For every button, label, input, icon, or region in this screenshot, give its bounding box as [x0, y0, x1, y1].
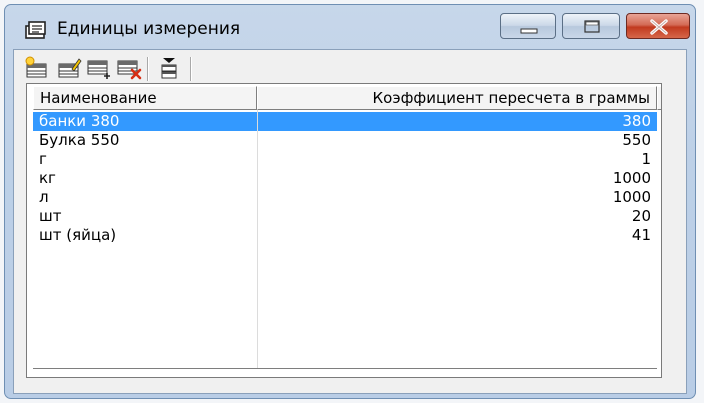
cell-coefficient: 1000	[612, 169, 651, 187]
minimize-icon	[520, 28, 538, 34]
cell-name: л	[39, 188, 49, 206]
table-row[interactable]: кг 1000	[33, 169, 657, 188]
table-row[interactable]: г 1	[33, 150, 657, 169]
column-header-filler	[657, 86, 661, 110]
table-row[interactable]: шт (яйца) 41	[33, 226, 657, 245]
close-button[interactable]	[626, 13, 690, 39]
title-bar[interactable]: Единицы измерения	[5, 5, 695, 47]
add-row-icon	[87, 60, 110, 79]
maximize-icon	[584, 20, 600, 33]
grid-bottom-line	[33, 368, 657, 369]
table-row[interactable]: л 1000	[33, 188, 657, 207]
toolbar-separator	[190, 57, 192, 81]
table-row[interactable]: шт 20	[33, 207, 657, 226]
edit-record-icon	[58, 58, 82, 78]
cell-coefficient: 20	[631, 207, 651, 225]
delete-row-button[interactable]	[116, 56, 142, 80]
cell-name: г	[39, 150, 47, 168]
cell-name: шт	[39, 207, 62, 225]
units-grid[interactable]: Наименование Коэффициент пересчета в гра…	[26, 83, 662, 378]
cell-coefficient: 1	[641, 150, 651, 168]
sort-button[interactable]	[156, 56, 182, 80]
cell-coefficient: 380	[622, 112, 651, 130]
close-icon	[650, 19, 668, 35]
cell-coefficient: 550	[622, 131, 651, 149]
cell-coefficient: 41	[631, 226, 651, 244]
table-row[interactable]: Булка 550 550	[33, 131, 657, 150]
maximize-button[interactable]	[562, 13, 620, 39]
cell-name: Булка 550	[39, 131, 120, 149]
delete-row-icon	[117, 60, 142, 80]
edit-record-button[interactable]	[56, 56, 82, 80]
cell-name: кг	[39, 169, 56, 187]
new-record-button[interactable]	[24, 56, 50, 80]
column-header-name[interactable]: Наименование	[33, 86, 257, 110]
cell-coefficient: 1000	[612, 188, 651, 206]
minimize-button[interactable]	[500, 13, 556, 39]
cell-name: шт (яйца)	[39, 226, 117, 244]
table-row[interactable]: банки 380 380	[33, 112, 657, 131]
cell-name: банки 380	[39, 112, 120, 130]
column-header-coefficient[interactable]: Коэффициент пересчета в граммы	[257, 86, 657, 110]
new-record-icon	[25, 56, 47, 78]
units-app-icon	[23, 18, 49, 42]
window-title: Единицы измерения	[57, 19, 241, 39]
grid-column-line	[257, 110, 258, 368]
toolbar	[20, 54, 320, 84]
sort-icon	[161, 58, 177, 79]
add-row-button[interactable]	[86, 56, 112, 80]
grid-header: Наименование Коэффициент пересчета в гра…	[27, 86, 661, 110]
toolbar-separator	[147, 57, 149, 81]
